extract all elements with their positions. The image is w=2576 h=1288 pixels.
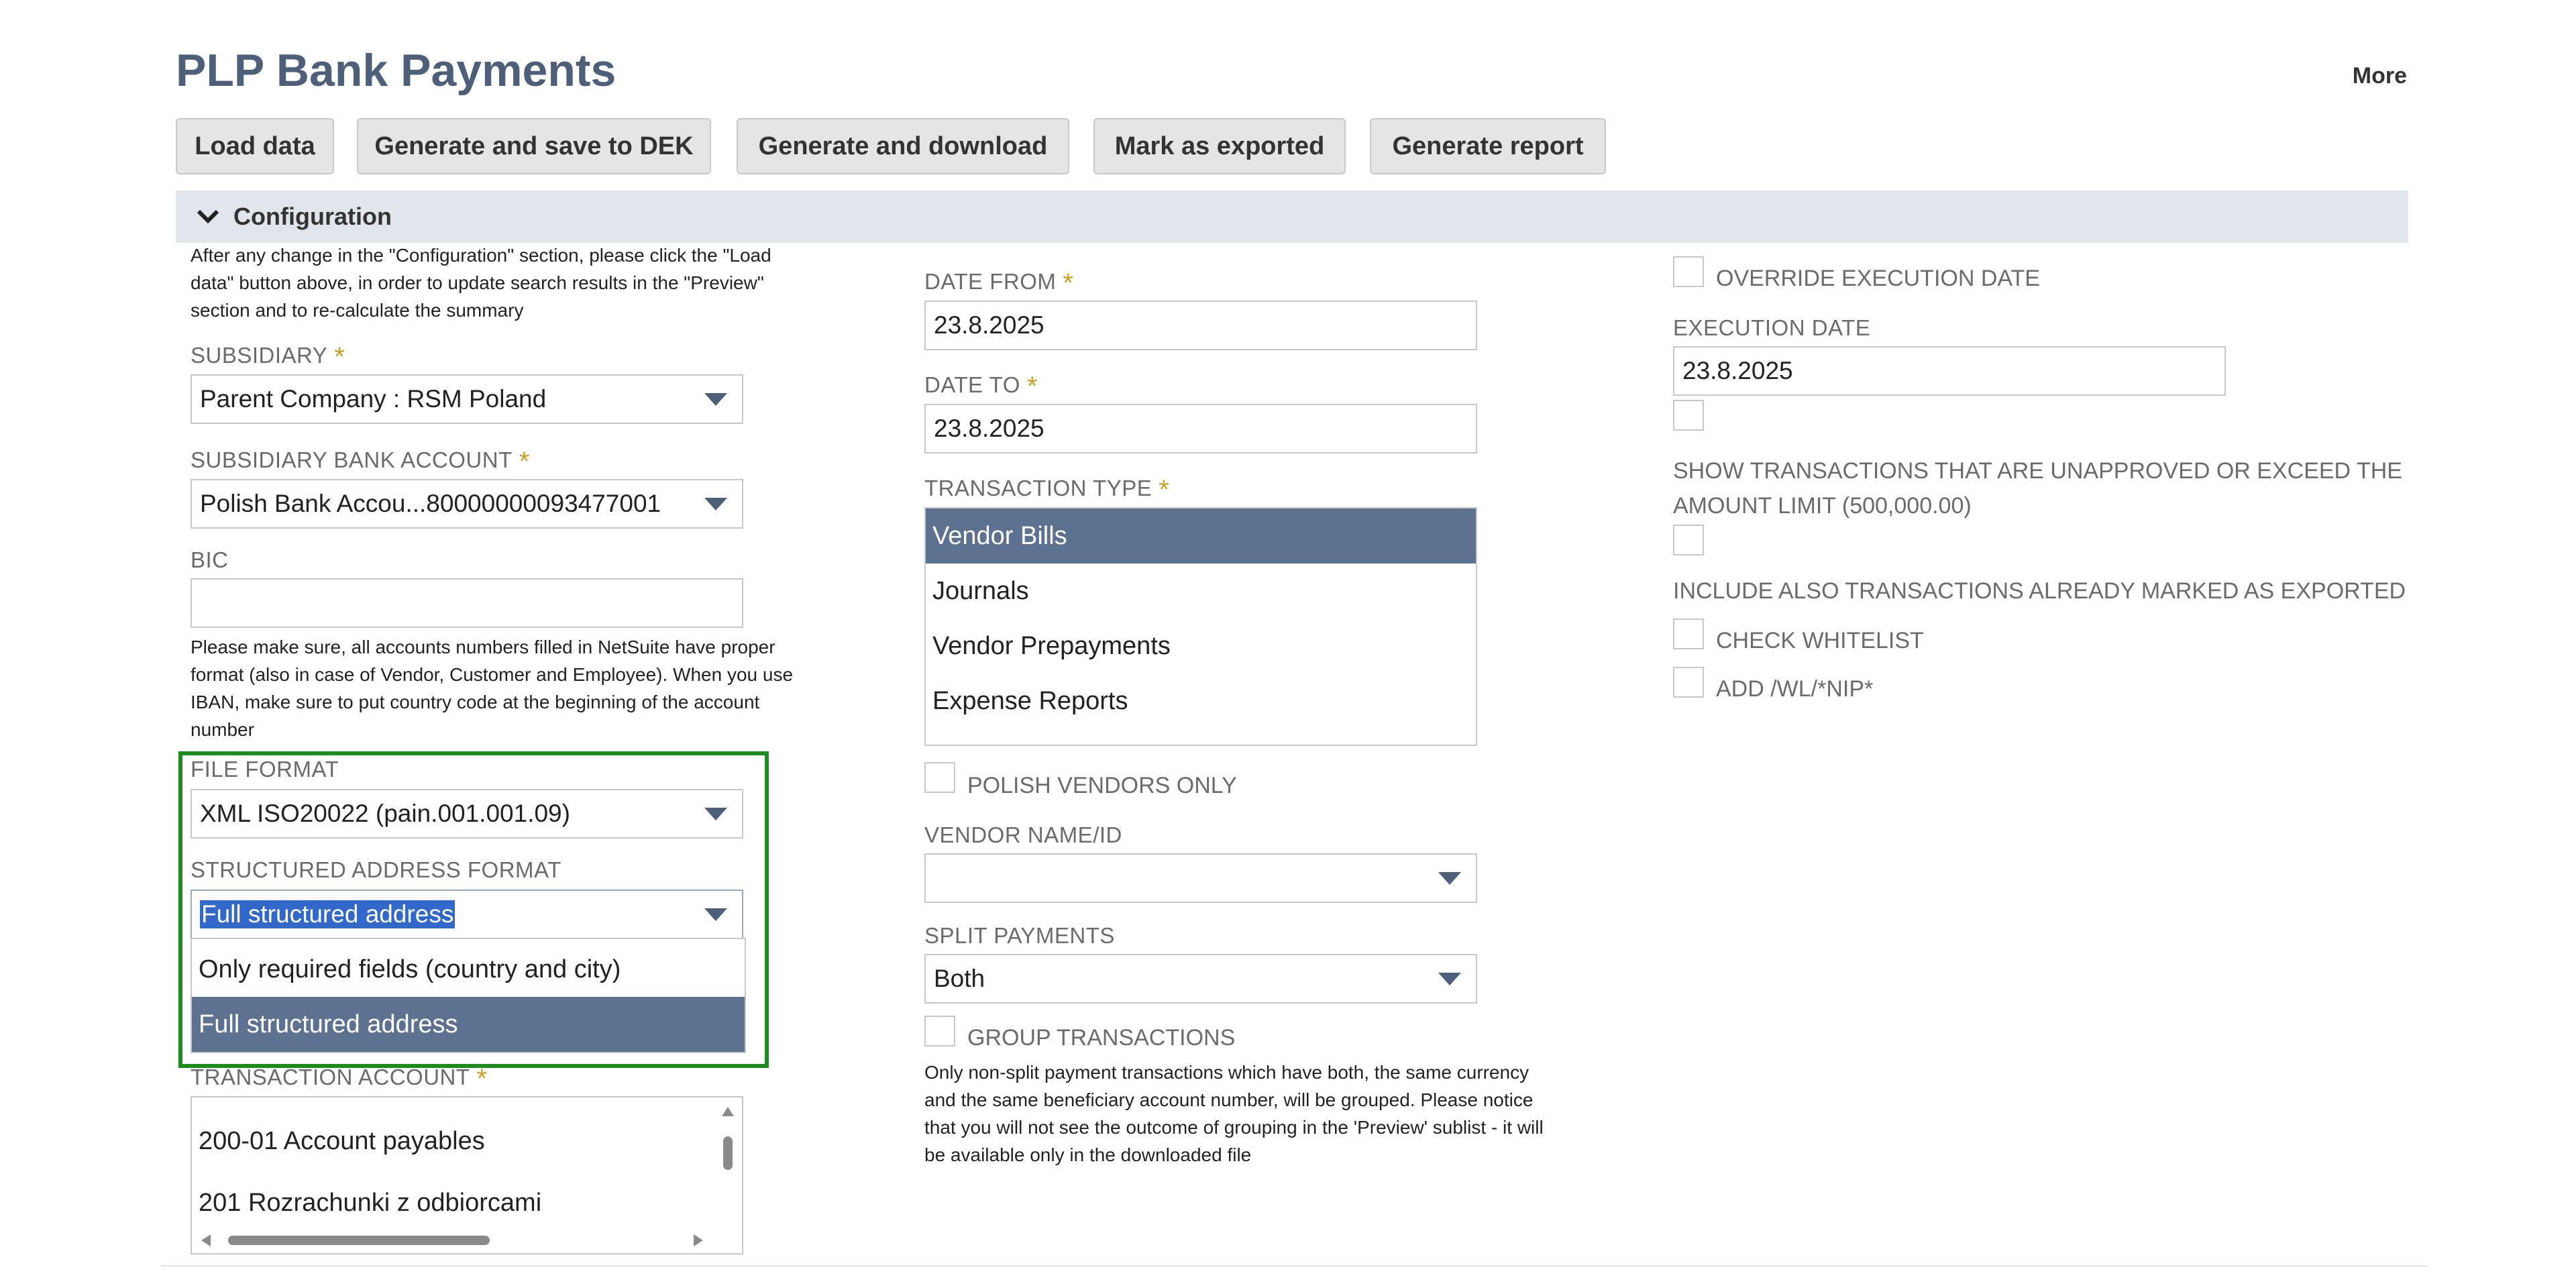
file-format-value: XML ISO20022 (pain.001.001.09) bbox=[200, 800, 570, 827]
horizontal-scrollbar[interactable] bbox=[197, 1232, 707, 1249]
note-line: number bbox=[191, 719, 254, 740]
note-line: be available only in the downloaded file bbox=[924, 1144, 1252, 1165]
vendor-name-select[interactable] bbox=[924, 853, 1477, 903]
note-line: Please make sure, all accounts numbers f… bbox=[191, 637, 775, 657]
split-payments-value: Both bbox=[934, 965, 985, 992]
note-line: and the same beneficiary account number,… bbox=[924, 1089, 1534, 1110]
transaction-type-list[interactable]: Vendor Bills Journals Vendor Prepayments… bbox=[924, 507, 1477, 746]
show-unapproved-checkbox[interactable] bbox=[1673, 400, 1704, 431]
generate-report-button[interactable]: Generate report bbox=[1370, 118, 1606, 174]
subsidiary-value: Parent Company : RSM Poland bbox=[200, 385, 547, 413]
date-to-input[interactable]: 23.8.2025 bbox=[924, 404, 1477, 453]
date-from-input[interactable]: 23.8.2025 bbox=[924, 301, 1477, 350]
vendor-name-label: VENDOR NAME/ID bbox=[924, 822, 1122, 847]
account-format-note: Please make sure, all accounts numbers f… bbox=[191, 633, 902, 743]
bic-label: BIC bbox=[191, 547, 229, 572]
chevron-down-icon bbox=[1438, 872, 1461, 885]
structured-address-select[interactable]: Full structured address bbox=[191, 890, 743, 939]
split-payments-select[interactable]: Both bbox=[924, 954, 1477, 1004]
show-unapproved-label: SHOW TRANSACTIONS THAT ARE UNAPPROVED OR… bbox=[1673, 453, 2402, 523]
override-execution-date-label: OVERRIDE EXECUTION DATE bbox=[1716, 266, 2040, 291]
subsidiary-label: SUBSIDIARY * bbox=[191, 342, 345, 372]
bic-input[interactable] bbox=[191, 578, 743, 628]
chevron-down-icon bbox=[197, 209, 219, 224]
file-format-select[interactable]: XML ISO20022 (pain.001.001.09) bbox=[191, 789, 743, 839]
bank-account-select[interactable]: Polish Bank Accou...80000000093477001 bbox=[191, 479, 743, 529]
note-line: IBAN, make sure to put country code at t… bbox=[191, 692, 760, 712]
execution-date-input[interactable]: 23.8.2025 bbox=[1673, 346, 2226, 396]
bottom-divider bbox=[161, 1265, 2428, 1267]
note-line: format (also in case of Vendor, Customer… bbox=[191, 664, 794, 685]
chevron-down-icon bbox=[704, 393, 727, 406]
date-from-label: DATE FROM * bbox=[924, 268, 1074, 298]
generate-download-button[interactable]: Generate and download bbox=[737, 118, 1069, 174]
section-label: Configuration bbox=[233, 203, 392, 230]
label-line: SHOW TRANSACTIONS THAT ARE UNAPPROVED OR… bbox=[1673, 458, 2402, 484]
list-item[interactable]: 200-01 Account payables bbox=[192, 1114, 742, 1169]
dropdown-option[interactable]: Only required fields (country and city) bbox=[192, 942, 745, 997]
config-note: After any change in the "Configuration" … bbox=[191, 241, 902, 324]
dropdown-option-selected[interactable]: Full structured address bbox=[192, 997, 745, 1052]
mark-exported-button[interactable]: Mark as exported bbox=[1093, 118, 1346, 174]
group-transactions-checkbox[interactable] bbox=[924, 1016, 955, 1046]
note-line: data" button above, in order to update s… bbox=[191, 272, 764, 293]
subsidiary-select[interactable]: Parent Company : RSM Poland bbox=[191, 374, 743, 424]
bank-account-value: Polish Bank Accou...80000000093477001 bbox=[200, 490, 661, 517]
file-format-label: FILE FORMAT bbox=[191, 757, 339, 782]
transaction-account-list[interactable]: 200-01 Account payables 201 Rozrachunki … bbox=[191, 1096, 743, 1254]
structured-address-value: Full structured address bbox=[200, 900, 455, 928]
bank-account-label: SUBSIDIARY BANK ACCOUNT * bbox=[191, 447, 530, 476]
label-line: AMOUNT LIMIT (500,000.00) bbox=[1673, 493, 1972, 519]
group-note: Only non-split payment transactions whic… bbox=[924, 1059, 1676, 1169]
load-data-button[interactable]: Load data bbox=[176, 118, 334, 174]
vertical-scrollbar[interactable] bbox=[719, 1102, 737, 1222]
list-item[interactable]: Journals bbox=[926, 564, 1476, 619]
check-whitelist-checkbox[interactable] bbox=[1673, 619, 1704, 649]
polish-vendors-checkbox[interactable] bbox=[924, 762, 955, 793]
note-line: Only non-split payment transactions whic… bbox=[924, 1062, 1529, 1083]
note-line: After any change in the "Configuration" … bbox=[191, 245, 771, 266]
structured-address-label: STRUCTURED ADDRESS FORMAT bbox=[191, 857, 561, 882]
execution-date-label: EXECUTION DATE bbox=[1673, 315, 1871, 340]
include-exported-checkbox[interactable] bbox=[1673, 525, 1704, 555]
note-line: that you will not see the outcome of gro… bbox=[924, 1117, 1544, 1138]
generate-save-dek-button[interactable]: Generate and save to DEK bbox=[357, 118, 711, 174]
page-title: PLP Bank Payments bbox=[176, 45, 616, 96]
check-whitelist-label: CHECK WHITELIST bbox=[1716, 628, 1924, 653]
chevron-down-icon bbox=[704, 498, 727, 511]
more-menu[interactable]: More bbox=[2353, 63, 2407, 89]
chevron-down-icon bbox=[704, 808, 727, 820]
chevron-down-icon bbox=[1438, 973, 1461, 985]
chevron-down-icon bbox=[704, 908, 727, 921]
override-execution-date-checkbox[interactable] bbox=[1673, 256, 1704, 287]
configuration-section-header[interactable]: Configuration bbox=[176, 191, 2408, 243]
list-item-selected[interactable]: Vendor Bills bbox=[926, 508, 1476, 564]
include-exported-label: INCLUDE ALSO TRANSACTIONS ALREADY MARKED… bbox=[1673, 578, 2406, 604]
note-line: section and to re-calculate the summary bbox=[191, 300, 524, 321]
polish-vendors-label: POLISH VENDORS ONLY bbox=[967, 773, 1237, 798]
transaction-type-label: TRANSACTION TYPE * bbox=[924, 475, 1170, 504]
list-item[interactable]: Vendor Prepayments bbox=[926, 619, 1476, 674]
split-payments-label: SPLIT PAYMENTS bbox=[924, 923, 1115, 948]
add-wl-nip-label: ADD /WL/*NIP* bbox=[1716, 676, 1874, 702]
list-item[interactable]: 201 Rozrachunki z odbiorcami bbox=[192, 1175, 742, 1230]
list-item[interactable]: Expense Reports bbox=[926, 674, 1476, 729]
structured-address-dropdown: Only required fields (country and city) … bbox=[191, 938, 746, 1053]
transaction-account-label: TRANSACTION ACCOUNT * bbox=[191, 1064, 488, 1093]
date-to-label: DATE TO * bbox=[924, 372, 1038, 401]
add-wl-nip-checkbox[interactable] bbox=[1673, 667, 1704, 698]
group-transactions-label: GROUP TRANSACTIONS bbox=[967, 1025, 1236, 1051]
